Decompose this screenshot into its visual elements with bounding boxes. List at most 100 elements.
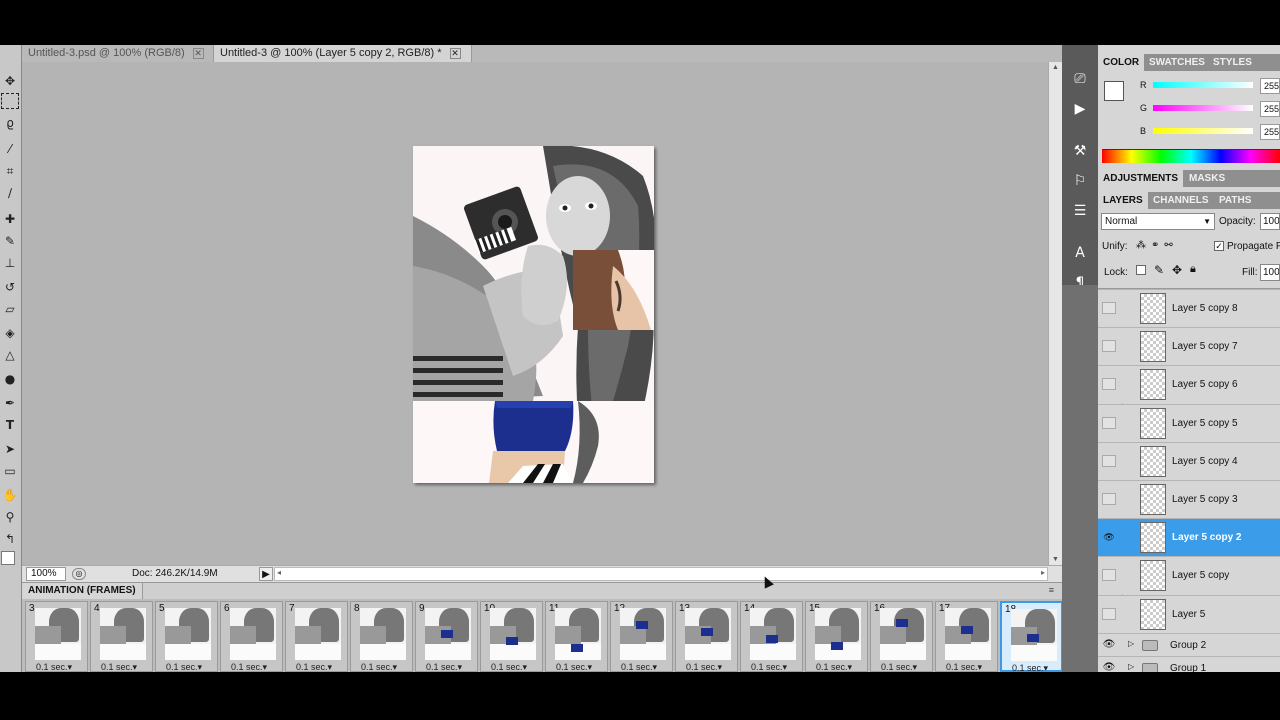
status-menu-arrow-icon[interactable]: ▶ xyxy=(259,567,273,581)
tab-channels[interactable]: CHANNELS xyxy=(1148,192,1214,209)
layer-row[interactable]: Layer 5 copy 7 xyxy=(1098,327,1280,366)
marquee-tool-icon[interactable] xyxy=(1,93,19,109)
foreground-color-swatch[interactable] xyxy=(1,551,15,565)
visibility-eye-icon[interactable] xyxy=(1102,378,1116,391)
blur-tool-icon[interactable]: △ xyxy=(1,347,19,363)
fill-field[interactable]: 100 xyxy=(1260,264,1280,281)
visibility-eye-icon[interactable]: 👁︎ xyxy=(1102,662,1116,672)
healing-brush-tool-icon[interactable]: ✚ xyxy=(1,211,19,227)
tool-presets-icon[interactable]: ⚒ xyxy=(1070,141,1090,161)
swap-colors-icon[interactable]: ↰ xyxy=(1,531,19,547)
color-spectrum-ramp[interactable] xyxy=(1102,149,1280,163)
opacity-field[interactable]: 100 xyxy=(1260,213,1280,230)
red-slider[interactable] xyxy=(1153,82,1253,88)
shape-tool-icon[interactable]: ▭ xyxy=(1,463,19,479)
lock-transparent-icon[interactable] xyxy=(1136,265,1146,275)
animation-panel-tab[interactable]: ANIMATION (FRAMES) xyxy=(22,583,143,599)
crop-tool-icon[interactable]: ⌗ xyxy=(1,163,19,179)
navigator-icon[interactable]: ☰ xyxy=(1070,201,1090,221)
layer-group-row[interactable]: 👁︎ ▷ Group 1 xyxy=(1098,655,1280,672)
eyedropper-tool-icon[interactable]: ∕ xyxy=(1,185,19,201)
animation-frame[interactable]: 3 0.1 sec.▾ xyxy=(25,601,88,672)
animation-frame[interactable]: 9 0.1 sec.▾ xyxy=(415,601,478,672)
tab-adjustments[interactable]: ADJUSTMENTS xyxy=(1098,170,1184,187)
animation-frame[interactable]: 110.1 sec.▾ xyxy=(545,601,608,672)
animation-frame[interactable]: 150.1 sec.▾ xyxy=(805,601,868,672)
brush-tool-icon[interactable]: ✎ xyxy=(1,233,19,249)
lock-pixels-icon[interactable]: ✎ xyxy=(1154,263,1164,277)
zoom-icon[interactable]: ◎ xyxy=(72,568,86,580)
clone-source-icon[interactable]: ⚐ xyxy=(1070,171,1090,191)
unify-icons[interactable]: ⁂⚭⚯ xyxy=(1136,240,1178,251)
layer-row[interactable]: 👁︎ Layer 5 copy 2 xyxy=(1098,518,1280,557)
lasso-tool-icon[interactable]: ϱ xyxy=(1,115,19,131)
layer-group-row[interactable]: 👁︎ ▷ Group 2 xyxy=(1098,632,1280,656)
visibility-eye-icon[interactable] xyxy=(1102,454,1116,467)
layer-row[interactable]: Layer 5 copy 4 xyxy=(1098,441,1280,480)
layer-row[interactable]: Layer 5 copy xyxy=(1098,556,1280,595)
close-icon[interactable]: ✕ xyxy=(192,47,204,59)
actions-icon[interactable]: ▶ xyxy=(1070,99,1090,119)
animation-frame[interactable]: 120.1 sec.▾ xyxy=(610,601,673,672)
blue-value-field[interactable]: 255 xyxy=(1260,124,1280,140)
blend-mode-select[interactable]: Normal ▼ xyxy=(1101,213,1215,230)
red-value-field[interactable]: 255 xyxy=(1260,78,1280,94)
history-icon[interactable]: ⎚ xyxy=(1070,69,1090,89)
animation-frame[interactable]: 7 0.1 sec.▾ xyxy=(285,601,348,672)
tab-swatches[interactable]: SWATCHES xyxy=(1144,54,1210,71)
layer-row[interactable]: Layer 5 copy 6 xyxy=(1098,365,1280,404)
zoom-tool-icon[interactable]: ⚲ xyxy=(1,509,19,525)
tab-color[interactable]: COLOR xyxy=(1098,54,1145,71)
visibility-eye-icon[interactable] xyxy=(1102,416,1116,429)
green-value-field[interactable]: 255 xyxy=(1260,101,1280,117)
expand-triangle-icon[interactable]: ▷ xyxy=(1128,662,1134,671)
blue-slider[interactable] xyxy=(1153,128,1253,134)
scroll-down-icon[interactable]: ▼ xyxy=(1052,556,1059,563)
animation-frame[interactable]: 170.1 sec.▾ xyxy=(935,601,998,672)
visibility-eye-icon[interactable] xyxy=(1102,493,1116,505)
green-slider[interactable] xyxy=(1153,105,1253,111)
tab-masks[interactable]: MASKS xyxy=(1184,170,1230,187)
scroll-left-icon[interactable]: ◂ xyxy=(277,568,281,577)
animation-frame[interactable]: 180.1 sec.▾ xyxy=(1000,601,1063,673)
move-tool-icon[interactable]: ✥ xyxy=(1,73,19,89)
clone-stamp-tool-icon[interactable]: ⊥ xyxy=(1,255,19,271)
visibility-eye-icon[interactable]: 👁︎ xyxy=(1102,639,1116,651)
visibility-eye-icon[interactable] xyxy=(1102,569,1116,582)
expand-triangle-icon[interactable]: ▷ xyxy=(1128,639,1134,648)
path-selection-tool-icon[interactable]: ➤ xyxy=(1,441,19,457)
animation-frame[interactable]: 130.1 sec.▾ xyxy=(675,601,738,672)
type-tool-icon[interactable]: T xyxy=(1,417,19,433)
tab-untitled-3-psd[interactable]: Untitled-3.psd @ 100% (RGB/8) ✕ xyxy=(22,45,214,62)
character-icon[interactable]: A xyxy=(1070,243,1090,263)
animation-frame[interactable]: 100.1 sec.▾ xyxy=(480,601,543,672)
scroll-right-icon[interactable]: ▸ xyxy=(1041,568,1045,577)
paint-bucket-tool-icon[interactable]: ◈ xyxy=(1,325,19,341)
visibility-eye-icon[interactable] xyxy=(1102,302,1116,314)
lock-position-icon[interactable]: ✥ xyxy=(1172,263,1182,277)
document-canvas[interactable] xyxy=(413,146,654,483)
propagate-checkbox[interactable]: ✓ xyxy=(1214,241,1224,251)
layer-row[interactable]: Layer 5 copy 5 xyxy=(1098,403,1280,442)
eraser-tool-icon[interactable]: ▱ xyxy=(1,301,19,317)
layer-row[interactable]: Layer 5 copy 3 xyxy=(1098,480,1280,518)
visibility-eye-icon[interactable] xyxy=(1102,607,1116,620)
animation-frame[interactable]: 8 0.1 sec.▾ xyxy=(350,601,413,672)
foreground-color-swatch[interactable] xyxy=(1104,81,1124,101)
zoom-level-field[interactable]: 100% xyxy=(26,567,66,581)
pen-tool-icon[interactable]: ✒ xyxy=(1,395,19,411)
visibility-eye-icon[interactable]: 👁︎ xyxy=(1102,531,1116,544)
layer-row[interactable]: Layer 5 copy 8 xyxy=(1098,289,1280,327)
animation-frame[interactable]: 5 0.1 sec.▾ xyxy=(155,601,218,672)
magic-wand-tool-icon[interactable]: ⁄ xyxy=(1,141,19,157)
dodge-tool-icon[interactable]: ● xyxy=(1,371,19,387)
horizontal-scrollbar[interactable]: ◂ ▸ xyxy=(274,567,1048,581)
tab-styles[interactable]: STYLES xyxy=(1208,54,1257,71)
lock-all-icon[interactable]: 🔒︎ xyxy=(1190,263,1196,276)
visibility-eye-icon[interactable] xyxy=(1102,340,1116,353)
animation-frame[interactable]: 4 0.1 sec.▾ xyxy=(90,601,153,672)
tab-paths[interactable]: PATHS xyxy=(1214,192,1256,209)
layer-row[interactable]: Layer 5 xyxy=(1098,594,1280,633)
tab-untitled-3-active[interactable]: Untitled-3 @ 100% (Layer 5 copy 2, RGB/8… xyxy=(214,45,472,62)
animation-frame[interactable]: 160.1 sec.▾ xyxy=(870,601,933,672)
